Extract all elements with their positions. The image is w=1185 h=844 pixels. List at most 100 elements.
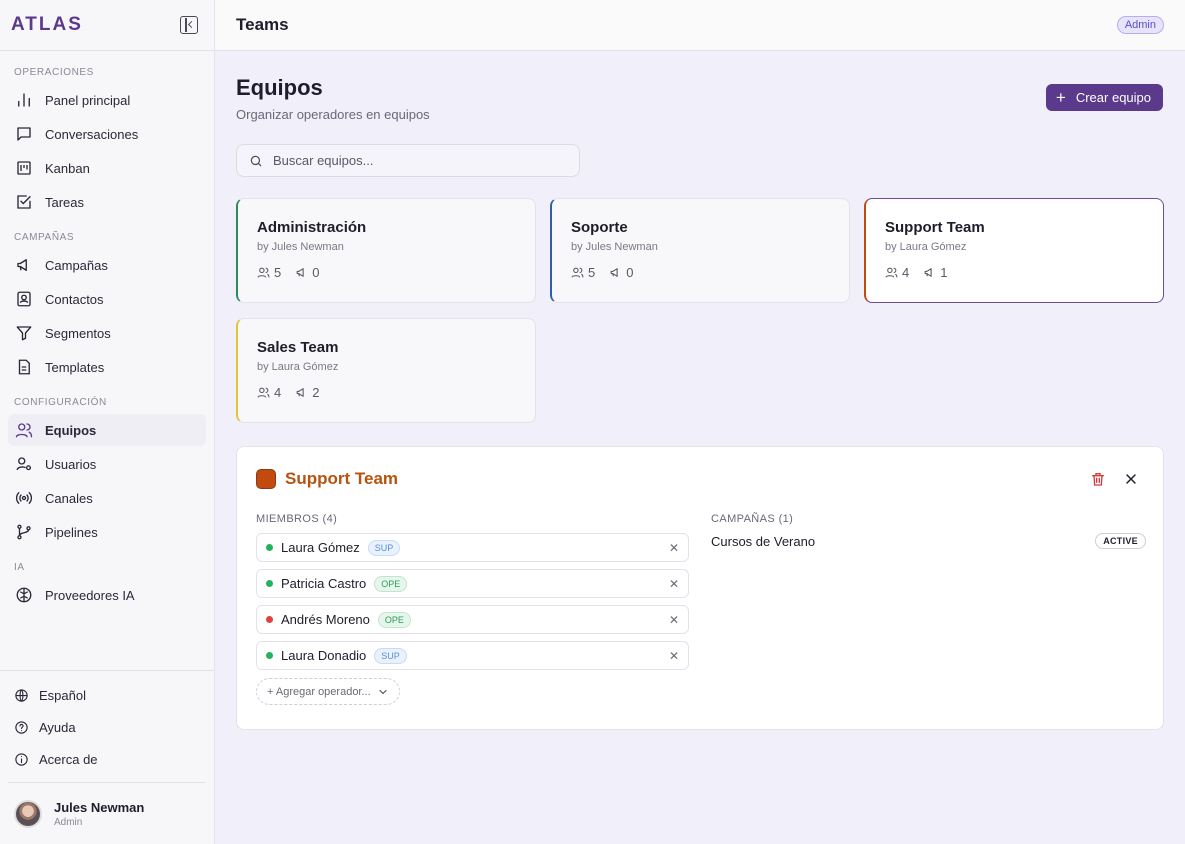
sidebar-item-kanban[interactable]: Kanban bbox=[8, 152, 206, 184]
member-count: 4 bbox=[257, 385, 281, 400]
sidebar-item-label: Templates bbox=[45, 359, 105, 375]
detail-title: Support Team bbox=[285, 469, 399, 488]
detail-header: Support Team bbox=[256, 469, 398, 489]
search-box[interactable] bbox=[236, 144, 580, 177]
info-icon bbox=[15, 752, 28, 766]
team-owner: by Laura Gómez bbox=[257, 361, 339, 373]
campaigns-label: CAMPAÑAS (1) bbox=[711, 513, 794, 525]
user-role: Admin bbox=[54, 816, 83, 828]
help-circle-icon bbox=[15, 720, 28, 734]
sidebar-item-segmentos[interactable]: Segmentos bbox=[8, 317, 206, 349]
sidebar-collapse-icon[interactable] bbox=[180, 16, 198, 34]
about-label: Acerca de bbox=[39, 751, 98, 767]
sidebar-item-equipos[interactable]: Equipos bbox=[8, 414, 206, 446]
close-icon[interactable] bbox=[1123, 471, 1139, 487]
team-stats: 5 0 bbox=[571, 265, 830, 280]
nav-section-title: CAMPAÑAS bbox=[14, 232, 75, 243]
sidebar-item-contactos[interactable]: Contactos bbox=[8, 283, 206, 315]
campaign-row[interactable]: Cursos de Verano ACTIVE bbox=[711, 533, 1146, 549]
member-count: 5 bbox=[571, 265, 595, 280]
user-cog-icon bbox=[16, 457, 32, 471]
team-name: Soporte bbox=[571, 219, 628, 236]
bar-chart-icon bbox=[18, 93, 30, 107]
kanban-icon bbox=[17, 161, 31, 175]
sidebar-item-canales[interactable]: Canales bbox=[8, 482, 206, 514]
create-team-label: Crear equipo bbox=[1075, 90, 1151, 105]
user-profile[interactable]: Jules Newman Admin bbox=[8, 782, 206, 844]
member-name: Andrés Moreno bbox=[281, 612, 370, 627]
role-tag: OPE bbox=[374, 575, 408, 592]
member-name: Laura Donadio bbox=[281, 648, 367, 663]
sidebar-item-usuarios[interactable]: Usuarios bbox=[8, 448, 206, 480]
status-dot bbox=[266, 580, 273, 587]
search-input[interactable] bbox=[273, 153, 553, 168]
sidebar-item-conversaciones[interactable]: Conversaciones bbox=[8, 118, 206, 150]
nav-section-title: IA bbox=[14, 562, 25, 573]
sidebar-item-label: Canales bbox=[45, 490, 93, 506]
sidebar-item-label: Campañas bbox=[45, 257, 108, 273]
nav-section-title: CONFIGURACIÓN bbox=[14, 397, 107, 408]
users-icon bbox=[15, 423, 33, 438]
sidebar-item-label: Proveedores IA bbox=[45, 587, 135, 603]
trash-icon[interactable] bbox=[1090, 471, 1106, 487]
git-branch-icon bbox=[17, 524, 31, 540]
team-card-soporte[interactable]: Soporte by Jules Newman 5 0 bbox=[550, 198, 850, 303]
team-name: Sales Team bbox=[257, 339, 339, 356]
team-card-sales-team[interactable]: Sales Team by Laura Gómez 4 2 bbox=[236, 318, 536, 423]
globe-icon bbox=[15, 688, 28, 702]
status-dot bbox=[266, 652, 273, 659]
remove-member-icon[interactable]: ✕ bbox=[669, 577, 679, 591]
role-tag: OPE bbox=[377, 611, 411, 628]
member-count: 5 bbox=[257, 265, 281, 280]
radio-icon bbox=[15, 492, 33, 504]
sidebar-item-label: Kanban bbox=[45, 160, 90, 176]
sidebar-nav: OPERACIONES Panel principal Conversacion… bbox=[0, 51, 214, 670]
sidebar-item-label: Conversaciones bbox=[45, 126, 139, 142]
status-dot bbox=[266, 616, 273, 623]
sidebar-item-tareas[interactable]: Tareas bbox=[8, 186, 206, 218]
create-team-button[interactable]: + Crear equipo bbox=[1045, 84, 1163, 111]
member-name: Laura Gómez bbox=[281, 540, 360, 555]
avatar bbox=[14, 799, 42, 828]
sidebar-item-pipelines[interactable]: Pipelines bbox=[8, 516, 206, 548]
nav-section-title: OPERACIONES bbox=[14, 67, 94, 78]
users-icon bbox=[571, 267, 584, 278]
sidebar-footer: Español Ayuda Acerca de Jules Newman Adm… bbox=[0, 670, 214, 844]
language-selector[interactable]: Español bbox=[0, 679, 214, 711]
member-row: Andrés Moreno OPE ✕ bbox=[256, 605, 689, 634]
sidebar-item-proveedores-ia[interactable]: Proveedores IA bbox=[8, 579, 206, 611]
check-square-icon bbox=[17, 195, 31, 209]
contact-icon bbox=[17, 291, 31, 307]
remove-member-icon[interactable]: ✕ bbox=[669, 613, 679, 627]
team-stats: 4 2 bbox=[257, 385, 516, 400]
megaphone-icon bbox=[610, 268, 618, 277]
sidebar-item-templates[interactable]: Templates bbox=[8, 351, 206, 383]
brain-icon bbox=[16, 587, 32, 603]
members-label: MIEMBROS (4) bbox=[256, 513, 338, 525]
remove-member-icon[interactable]: ✕ bbox=[669, 649, 679, 663]
team-card-administracion[interactable]: Administración by Jules Newman 5 0 bbox=[236, 198, 536, 303]
users-icon bbox=[885, 267, 898, 278]
message-square-icon bbox=[17, 127, 31, 141]
campaign-count: 1 bbox=[923, 265, 947, 280]
sidebar-item-label: Contactos bbox=[45, 291, 104, 307]
member-row: Laura Donadio SUP ✕ bbox=[256, 641, 689, 670]
remove-member-icon[interactable]: ✕ bbox=[669, 541, 679, 555]
add-operator-select[interactable]: + Agregar operador... bbox=[256, 678, 400, 705]
sidebar-item-campanas[interactable]: Campañas bbox=[8, 249, 206, 281]
page-title: Equipos bbox=[236, 75, 323, 100]
help-link[interactable]: Ayuda bbox=[0, 711, 214, 743]
status-dot bbox=[266, 544, 273, 551]
campaign-count: 2 bbox=[295, 385, 319, 400]
sidebar-item-panel-principal[interactable]: Panel principal bbox=[8, 84, 206, 116]
megaphone-icon bbox=[296, 388, 304, 397]
about-link[interactable]: Acerca de bbox=[0, 743, 214, 775]
team-owner: by Laura Gómez bbox=[885, 241, 967, 253]
sidebar-item-label: Tareas bbox=[45, 194, 85, 210]
team-color-swatch[interactable] bbox=[256, 469, 276, 489]
team-name: Support Team bbox=[885, 219, 985, 236]
campaign-count: 0 bbox=[609, 265, 633, 280]
sidebar-item-label: Equipos bbox=[45, 422, 97, 438]
team-card-support-team[interactable]: Support Team by Laura Gómez 4 1 bbox=[864, 198, 1164, 303]
sidebar-item-label: Segmentos bbox=[45, 325, 111, 341]
